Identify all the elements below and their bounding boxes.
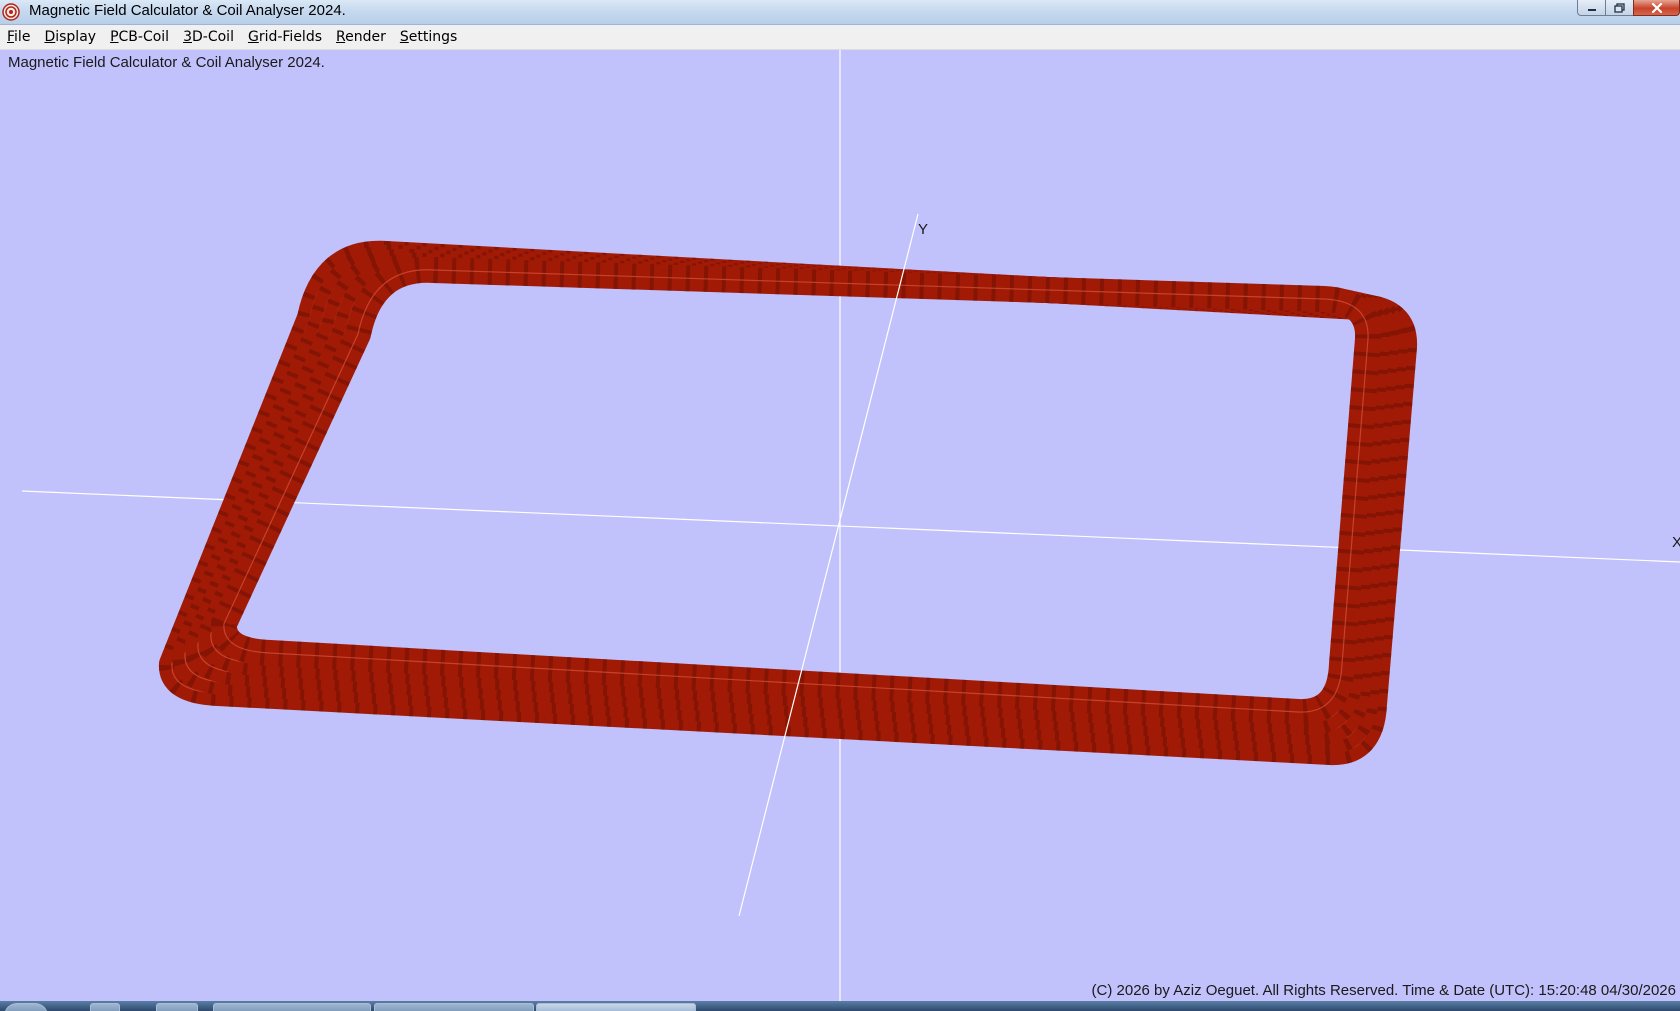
minimize-button[interactable] [1577,0,1606,16]
menu-display[interactable]: Display [37,29,103,45]
app-coil-icon[interactable] [2,3,20,21]
os-taskbar [0,1001,1680,1011]
taskbar-window[interactable] [213,1003,371,1011]
desktop-icon[interactable] [90,1003,120,1011]
application-window: Magnetic Field Calculator & Coil Analyse… [0,0,1680,1011]
coil-turn [211,256,1382,726]
coil-windings [159,240,1418,766]
menu-bar: File Display PCB-Coil 3D-Coil Grid-Field… [0,25,1680,50]
app-coil-icon[interactable] [536,1003,696,1011]
maximize-button[interactable] [1606,0,1633,16]
menu-settings[interactable]: Settings [393,29,464,45]
start-orb-icon[interactable] [4,1003,48,1011]
close-button[interactable] [1633,0,1680,16]
taskbar-window[interactable] [374,1003,534,1011]
status-footer: (C) 2026 by Aziz Oeguet. All Rights Rese… [1091,982,1676,999]
menu-file[interactable]: File [0,29,37,45]
coil-turn-shading [211,256,1382,726]
folder-icon[interactable] [156,1003,198,1011]
viewport-caption: Magnetic Field Calculator & Coil Analyse… [8,54,325,71]
close-icon [1651,2,1662,13]
menu-render[interactable]: Render [329,29,393,45]
minimize-icon [1587,8,1596,11]
y-axis-label: Y [918,221,928,238]
x-axis-label: X [1672,534,1680,551]
coil-turn-highlight [223,269,1369,713]
y-axis-line [738,213,919,917]
window-controls [1577,0,1680,16]
3d-viewport[interactable]: Y X Magnetic Field Calculator & Coil Ana… [0,50,1680,1001]
menu-3d-coil[interactable]: 3D-Coil [176,29,241,45]
menu-grid-fields[interactable]: Grid-Fields [241,29,329,45]
window-title: Magnetic Field Calculator & Coil Analyse… [29,2,346,19]
title-bar[interactable]: Magnetic Field Calculator & Coil Analyse… [0,0,1680,25]
maximize-icon [1613,2,1625,13]
menu-pcb-coil[interactable]: PCB-Coil [103,29,176,45]
coil-scene[interactable]: Y X [0,50,1680,1001]
